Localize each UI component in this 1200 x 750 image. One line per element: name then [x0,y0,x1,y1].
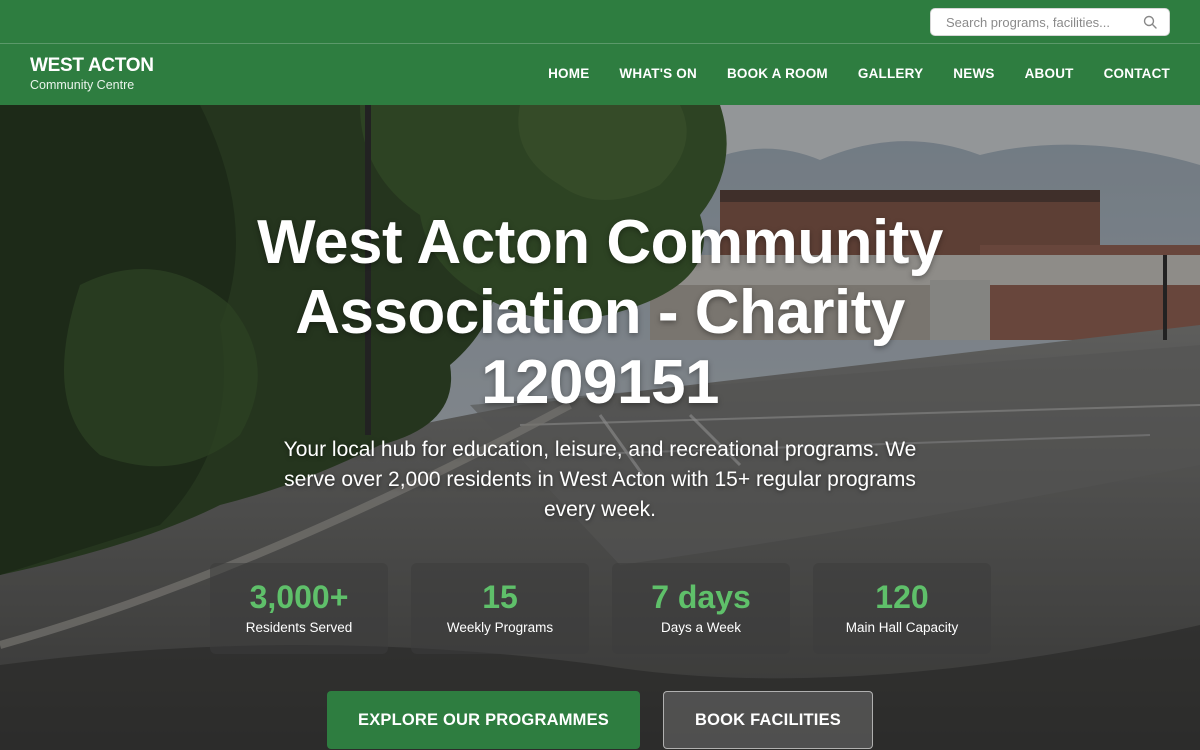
site-header: WEST ACTON Community Centre HOME WHAT'S … [0,0,1200,105]
logo-subtitle: Community Centre [30,78,135,92]
stat-card-days: 7 days Days a Week [612,563,790,654]
hero-subtitle-line: Your local hub for education, leisure, a… [283,438,917,461]
stat-card-residents: 3,000+ Residents Served [210,563,388,654]
hero-subtitle: Your local hub for education, leisure, a… [240,435,960,525]
book-facilities-button[interactable]: BOOK FACILITIES [663,691,873,749]
stats-row: 3,000+ Residents Served 15 Weekly Progra… [210,563,991,654]
stat-label: Residents Served [245,620,353,635]
stat-card-programs: 15 Weekly Programs [411,563,589,654]
stat-value: 3,000+ [249,579,349,615]
main-nav: HOME WHAT'S ON BOOK A ROOM GALLERY NEWS … [548,66,1170,81]
stat-label: Weekly Programs [446,620,554,635]
stat-card-capacity: 120 Main Hall Capacity [813,563,991,654]
site-logo[interactable]: WEST ACTON Community Centre [30,55,154,93]
hero-title: West Acton Community Association - Chari… [150,208,1050,418]
nav-gallery[interactable]: GALLERY [858,66,923,81]
stat-value: 120 [875,579,929,615]
hero-title-line: West Acton Community [257,208,943,277]
nav-book-a-room[interactable]: BOOK A ROOM [727,66,828,81]
nav-about[interactable]: ABOUT [1025,66,1074,81]
stat-value: 7 days [651,579,751,615]
search-box[interactable] [930,8,1170,36]
explore-programmes-button[interactable]: EXPLORE OUR PROGRAMMES [327,691,640,749]
stat-value: 15 [482,579,518,615]
nav-whats-on[interactable]: WHAT'S ON [619,66,697,81]
stat-label: Main Hall Capacity [845,620,959,635]
hero-subtitle-line: every week. [543,498,657,521]
logo-name: WEST ACTON [30,55,154,76]
hero-title-line: Association - Charity [295,278,905,347]
search-icon[interactable] [1143,15,1157,29]
nav-news[interactable]: NEWS [953,66,994,81]
hero-subtitle-line: serve over 2,000 residents in West Acton… [284,468,916,491]
stat-label: Days a Week [660,620,742,635]
hero-title-line: 1209151 [481,348,719,417]
search-input[interactable] [931,9,1131,35]
nav-home[interactable]: HOME [548,66,589,81]
header-topbar [0,0,1200,44]
nav-contact[interactable]: CONTACT [1104,66,1170,81]
hero-section: West Acton Community Association - Chari… [0,105,1200,750]
